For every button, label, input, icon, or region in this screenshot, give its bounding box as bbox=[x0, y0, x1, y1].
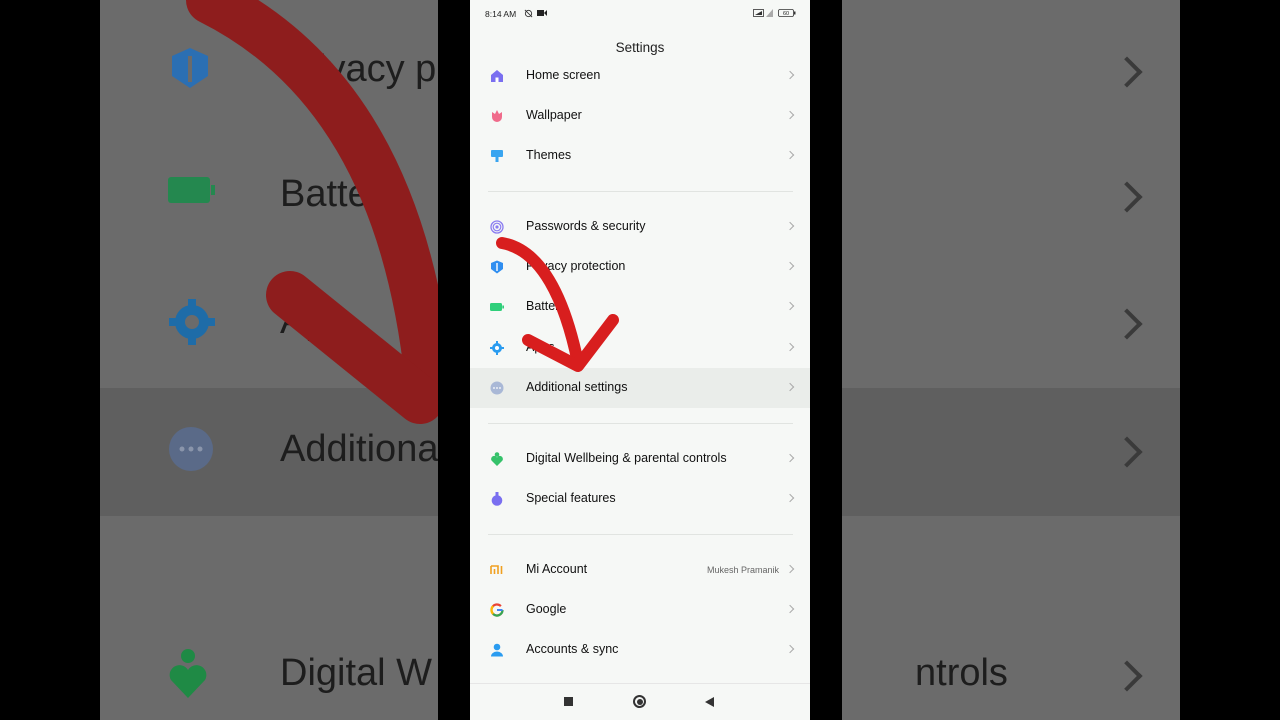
settings-item-label: Wallpaper bbox=[526, 108, 582, 123]
chevron-right-icon bbox=[785, 261, 795, 271]
chevron-right-icon bbox=[785, 564, 795, 574]
gear-icon bbox=[490, 340, 504, 355]
paint-brush-icon bbox=[491, 150, 503, 163]
wellbeing-heart-icon bbox=[491, 452, 503, 466]
settings-item-mi-account[interactable]: Mi Account Mukesh Pramanik bbox=[470, 550, 810, 590]
video-record-icon bbox=[537, 10, 547, 16]
settings-item-themes[interactable]: Themes bbox=[470, 136, 810, 176]
settings-item-label: Passwords & security bbox=[526, 219, 646, 233]
chevron-right-icon bbox=[785, 70, 795, 80]
frame-left bbox=[438, 0, 470, 720]
settings-item-additional-settings[interactable]: Additional settings bbox=[470, 367, 810, 408]
more-dots-icon bbox=[490, 381, 504, 395]
frame-right bbox=[810, 0, 842, 720]
settings-item-passwords-security[interactable]: Passwords & security bbox=[470, 207, 810, 247]
chevron-right-icon bbox=[785, 453, 795, 463]
back-triangle-icon[interactable] bbox=[705, 697, 714, 707]
chevron-right-icon bbox=[785, 382, 795, 392]
status-time: 8:14 AM bbox=[485, 9, 517, 19]
phone-screen: 8:14 AM 60 Settings Home screen Wallpaper… bbox=[470, 0, 810, 720]
sync-icon bbox=[524, 9, 533, 18]
settings-item-value: Mukesh Pramanik bbox=[706, 565, 779, 575]
chevron-right-icon bbox=[785, 302, 795, 311]
section-divider bbox=[488, 191, 793, 192]
settings-item-battery[interactable]: Battery bbox=[470, 287, 810, 327]
status-bar: 8:14 AM 60 bbox=[470, 0, 810, 28]
settings-item-label: Privacy protection bbox=[526, 259, 626, 274]
mi-logo-icon bbox=[490, 565, 503, 574]
settings-item-label: Home screen bbox=[526, 68, 601, 82]
settings-item-label: Mi Account bbox=[526, 562, 588, 576]
settings-item-home-screen[interactable]: Home screen bbox=[470, 56, 810, 96]
settings-item-apps[interactable]: Apps bbox=[470, 328, 810, 368]
fingerprint-icon bbox=[490, 220, 504, 234]
chevron-right-icon bbox=[785, 221, 795, 231]
home-circle-icon[interactable] bbox=[633, 695, 646, 708]
chevron-right-icon bbox=[785, 604, 795, 614]
signal-bars-icon bbox=[766, 9, 773, 17]
section-divider bbox=[488, 534, 793, 535]
recents-square-icon[interactable] bbox=[564, 697, 573, 706]
shield-icon bbox=[491, 260, 503, 274]
settings-item-label: Apps bbox=[526, 339, 555, 354]
section-divider bbox=[488, 423, 793, 424]
settings-item-special-features[interactable]: Special features bbox=[470, 479, 810, 519]
chevron-right-icon bbox=[785, 110, 795, 120]
battery-icon bbox=[490, 303, 504, 312]
settings-item-label: Themes bbox=[526, 148, 572, 163]
chevron-right-icon bbox=[785, 151, 795, 160]
navigation-bar bbox=[470, 683, 810, 720]
page-title: Settings bbox=[615, 40, 665, 55]
settings-item-privacy-protection[interactable]: Privacy protection bbox=[470, 247, 810, 287]
settings-item-accounts-sync[interactable]: Accounts & sync bbox=[470, 630, 810, 670]
settings-item-label: Digital Wellbeing & parental controls bbox=[526, 451, 727, 465]
chevron-right-icon bbox=[785, 342, 795, 351]
settings-item-digital-wellbeing[interactable]: Digital Wellbeing & parental controls bbox=[470, 439, 810, 479]
battery-level: 60 bbox=[783, 11, 789, 17]
settings-item-label: Accounts & sync bbox=[526, 642, 619, 657]
battery-status-icon: 60 bbox=[778, 9, 796, 17]
settings-item-label: Special features bbox=[526, 491, 616, 506]
settings-item-label: Google bbox=[526, 602, 567, 617]
settings-item-label: Additional settings bbox=[526, 379, 628, 394]
settings-item-google[interactable]: Google bbox=[470, 590, 810, 630]
chevron-right-icon bbox=[785, 493, 795, 503]
settings-item-label: Battery bbox=[526, 299, 566, 314]
person-icon bbox=[491, 644, 503, 657]
signal-icon bbox=[753, 9, 764, 17]
flask-icon bbox=[491, 492, 503, 506]
settings-item-wallpaper[interactable]: Wallpaper bbox=[470, 96, 810, 136]
google-g-icon bbox=[490, 603, 504, 617]
chevron-right-icon bbox=[785, 645, 795, 654]
tulip-icon bbox=[492, 110, 502, 123]
home-icon bbox=[491, 70, 503, 82]
